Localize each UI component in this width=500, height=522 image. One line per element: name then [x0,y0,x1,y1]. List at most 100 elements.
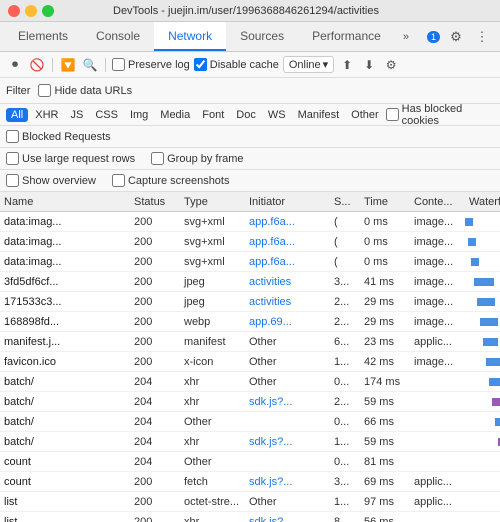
preserve-log-checkbox[interactable]: Preserve log [112,58,190,71]
table-header: Name Status Type Initiator S... Time Con… [0,192,500,212]
table-row[interactable]: count 200 fetch sdk.js?... 3... 69 ms ap… [0,472,500,492]
cell-type: xhr [180,436,245,448]
cell-time: 29 ms [360,316,410,328]
table-row[interactable]: batch/ 204 xhr Other 0... 174 ms [0,372,500,392]
table-row[interactable]: list 200 xhr sdk.js?... 8... 56 ms [0,512,500,522]
has-blocked-cookies-checkbox[interactable]: Has blocked cookies [386,103,494,127]
cell-waterfall [465,372,500,392]
table-row[interactable]: count 204 Other 0... 81 ms [0,452,500,472]
cell-content: image... [410,276,465,288]
network-settings-icon[interactable]: ⚙ [382,56,400,74]
type-btn-all[interactable]: All [6,108,28,122]
type-btn-css[interactable]: CSS [90,108,123,122]
table-row[interactable]: manifest.j... 200 manifest Other 6... 23… [0,332,500,352]
import-icon[interactable]: ⬆ [338,56,356,74]
more-options-icon[interactable]: ⋮ [472,27,492,47]
cell-content: image... [410,356,465,368]
cell-status: 200 [130,216,180,228]
header-size[interactable]: S... [330,196,360,208]
table-row[interactable]: batch/ 204 xhr sdk.js?... 1... 59 ms [0,432,500,452]
table-row[interactable]: 168898fd... 200 webp app.69... 2... 29 m… [0,312,500,332]
use-large-rows-checkbox[interactable]: Use large request rows [6,152,135,165]
cell-initiator: sdk.js?... [245,476,330,488]
type-btn-other[interactable]: Other [346,108,384,122]
cell-content: applic... [410,336,465,348]
tab-console[interactable]: Console [82,22,154,51]
tab-sources[interactable]: Sources [226,22,298,51]
cell-type: manifest [180,336,245,348]
type-btn-xhr[interactable]: XHR [30,108,63,122]
cell-size: 6... [330,336,360,348]
hide-data-urls-checkbox[interactable]: Hide data URLs [38,84,132,97]
table-row[interactable]: 3fd5df6cf... 200 jpeg activities 3... 41… [0,272,500,292]
table-row[interactable]: batch/ 204 Other 0... 66 ms [0,412,500,432]
filter-icon[interactable]: 🔽 [59,56,77,74]
show-overview-checkbox[interactable]: Show overview [6,174,96,187]
cell-type: svg+xml [180,256,245,268]
type-btn-js[interactable]: JS [65,108,88,122]
cell-size: 0... [330,456,360,468]
tab-overflow-button[interactable]: » [395,22,417,51]
export-icon[interactable]: ⬇ [360,56,378,74]
cell-type: jpeg [180,276,245,288]
cell-name: batch/ [0,376,130,388]
type-btn-media[interactable]: Media [155,108,195,122]
cell-name: batch/ [0,416,130,428]
separator-1 [52,58,53,72]
cell-size: ( [330,216,360,228]
cell-status: 200 [130,336,180,348]
disable-cache-checkbox[interactable]: Disable cache [194,58,279,71]
tab-network[interactable]: Network [154,22,226,51]
header-name[interactable]: Name [0,196,130,208]
cell-size: 0... [330,376,360,388]
cell-waterfall [465,252,500,272]
type-btn-img[interactable]: Img [125,108,153,122]
header-time[interactable]: Time [360,196,410,208]
cell-status: 204 [130,456,180,468]
tab-elements[interactable]: Elements [4,22,82,51]
header-waterfall[interactable]: Waterfall ▴ [465,195,500,208]
network-toolbar: ⏺ 🚫 🔽 🔍 Preserve log Disable cache Onlin… [0,52,500,78]
cell-name: batch/ [0,396,130,408]
cell-size: 1... [330,436,360,448]
clear-button[interactable]: 🚫 [28,56,46,74]
table-row[interactable]: data:imag... 200 svg+xml app.f6a... ( 0 … [0,212,500,232]
cell-status: 200 [130,256,180,268]
header-initiator[interactable]: Initiator [245,196,330,208]
blocked-requests-checkbox[interactable]: Blocked Requests [6,130,111,143]
header-content[interactable]: Conte... [410,196,465,208]
type-btn-font[interactable]: Font [197,108,229,122]
cell-name: list [0,516,130,522]
group-by-frame-checkbox[interactable]: Group by frame [151,152,243,165]
table-row[interactable]: batch/ 204 xhr sdk.js?... 2... 59 ms [0,392,500,412]
table-row[interactable]: list 200 octet-stre... Other 1... 97 ms … [0,492,500,512]
settings-icon[interactable]: ⚙ [446,27,466,47]
cell-initiator: Other [245,336,330,348]
table-row[interactable]: favicon.ico 200 x-icon Other 1... 42 ms … [0,352,500,372]
cell-type: svg+xml [180,216,245,228]
cell-waterfall [465,412,500,432]
cell-status: 200 [130,496,180,508]
cell-waterfall [465,452,500,472]
table-row[interactable]: data:imag... 200 svg+xml app.f6a... ( 0 … [0,252,500,272]
record-button[interactable]: ⏺ [6,56,24,74]
table-row[interactable]: data:imag... 200 svg+xml app.f6a... ( 0 … [0,232,500,252]
header-type[interactable]: Type [180,196,245,208]
capture-screenshots-checkbox[interactable]: Capture screenshots [112,174,230,187]
network-throttle-button[interactable]: Online ▾ [283,56,334,73]
cell-name: count [0,476,130,488]
type-btn-doc[interactable]: Doc [231,108,261,122]
tabbar: Elements Console Network Sources Perform… [0,22,500,52]
cell-waterfall [465,392,500,412]
cell-initiator: activities [245,296,330,308]
cell-waterfall [465,272,500,292]
tab-performance[interactable]: Performance [298,22,395,51]
cell-time: 0 ms [360,256,410,268]
table-row[interactable]: 171533c3... 200 jpeg activities 2... 29 … [0,292,500,312]
type-btn-ws[interactable]: WS [263,108,291,122]
header-status[interactable]: Status [130,196,180,208]
cell-content: image... [410,216,465,228]
type-btn-manifest[interactable]: Manifest [293,108,345,122]
search-icon[interactable]: 🔍 [81,56,99,74]
cell-waterfall [465,492,500,512]
